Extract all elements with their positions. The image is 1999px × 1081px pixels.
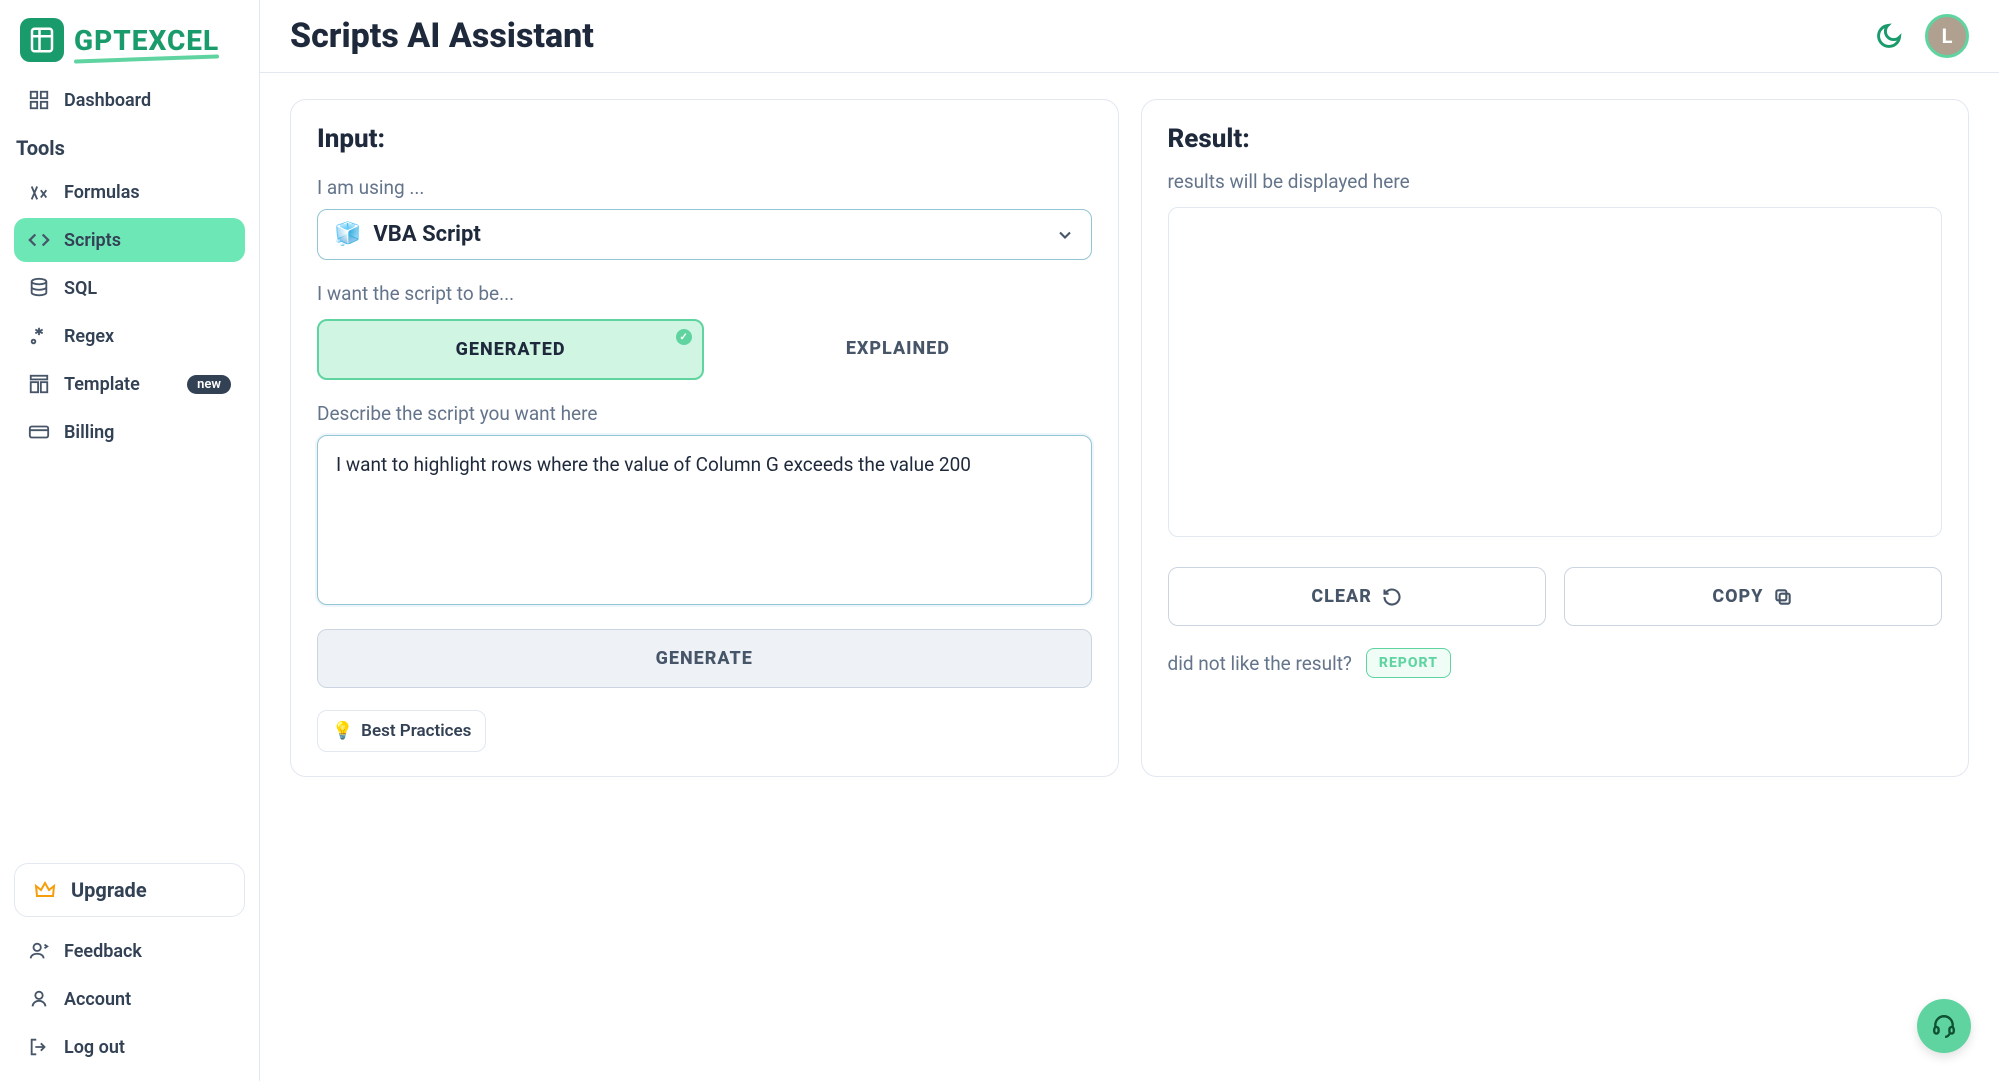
avatar-initial: L [1942,24,1953,48]
sidebar-item-label: Billing [64,422,114,443]
report-question: did not like the result? [1168,652,1352,675]
input-title: Input: [317,124,1092,154]
result-actions: CLEAR COPY [1168,567,1943,626]
sidebar-item-template[interactable]: Template new [14,362,245,406]
check-icon [676,329,692,345]
select-value: VBA Script [373,222,1042,247]
crown-icon [33,878,57,902]
description-textarea[interactable] [317,435,1092,605]
toggle-label: EXPLAINED [846,338,950,359]
regex-icon [28,325,50,347]
avatar[interactable]: L [1925,14,1969,58]
sidebar-item-sql[interactable]: SQL [14,266,245,310]
account-icon [28,988,50,1010]
sidebar-item-label: SQL [64,278,97,299]
result-placeholder: results will be displayed here [1168,170,1943,193]
moon-icon [1875,22,1903,50]
logout-icon [28,1036,50,1058]
mode-toggle: GENERATED EXPLAINED [317,319,1092,380]
sidebar-item-dashboard[interactable]: Dashboard [14,78,245,122]
input-card: Input: I am using ... 🧊 VBA Script I wan… [290,99,1119,777]
report-row: did not like the result? REPORT [1168,648,1943,678]
sidebar-item-logout[interactable]: Log out [14,1025,245,1069]
sidebar-item-label: Account [64,989,131,1010]
billing-icon [28,421,50,443]
database-icon [28,277,50,299]
generate-button[interactable]: GENERATE [317,629,1092,688]
page-title: Scripts AI Assistant [290,16,594,56]
support-fab[interactable] [1917,999,1971,1053]
main: Scripts AI Assistant L Input: I am using… [260,0,1999,1081]
want-label: I want the script to be... [317,282,1092,305]
script-type-select[interactable]: 🧊 VBA Script [317,209,1092,260]
theme-toggle-button[interactable] [1871,18,1907,54]
topbar: Scripts AI Assistant L [260,0,1999,73]
upgrade-label: Upgrade [71,878,147,902]
copy-button[interactable]: COPY [1564,567,1942,626]
sidebar-item-label: Log out [64,1037,125,1058]
result-title: Result: [1168,124,1943,154]
chevron-down-icon [1055,225,1075,245]
clear-label: CLEAR [1311,586,1371,607]
sidebar-item-account[interactable]: Account [14,977,245,1021]
upgrade-button[interactable]: Upgrade [14,863,245,917]
describe-label: Describe the script you want here [317,402,1092,425]
report-label: REPORT [1379,655,1438,671]
sidebar-item-formulas[interactable]: Formulas [14,170,245,214]
sidebar-item-label: Feedback [64,941,142,962]
feedback-icon [28,940,50,962]
using-label: I am using ... [317,176,1092,199]
reset-icon [1382,587,1402,607]
sidebar-item-feedback[interactable]: Feedback [14,929,245,973]
logo-icon [20,18,64,62]
sidebar: GPTEXCEL Dashboard Tools Formulas Script… [0,0,260,1081]
copy-label: COPY [1712,586,1763,607]
dashboard-icon [28,89,50,111]
headset-icon [1931,1013,1957,1039]
sidebar-item-label: Regex [64,326,114,347]
result-card: Result: results will be displayed here C… [1141,99,1970,777]
logo[interactable]: GPTEXCEL [10,12,249,76]
tools-section-label: Tools [10,124,249,168]
report-button[interactable]: REPORT [1366,648,1451,678]
topbar-right: L [1871,14,1969,58]
generate-label: GENERATE [656,648,753,669]
sidebar-item-label: Scripts [64,230,121,251]
code-icon [28,229,50,251]
sidebar-item-label: Template [64,374,140,395]
new-badge: new [187,375,231,394]
template-icon [28,373,50,395]
best-practices-button[interactable]: 💡 Best Practices [317,710,486,752]
sidebar-item-billing[interactable]: Billing [14,410,245,454]
toggle-label: GENERATED [456,339,566,360]
result-output [1168,207,1943,537]
sidebar-item-label: Dashboard [64,90,151,111]
toggle-explained[interactable]: EXPLAINED [704,319,1091,380]
best-practices-label: Best Practices [361,721,471,741]
lightbulb-icon: 💡 [332,721,353,741]
clear-button[interactable]: CLEAR [1168,567,1546,626]
formula-icon [28,181,50,203]
sidebar-item-regex[interactable]: Regex [14,314,245,358]
logo-text: GPTEXCEL [74,24,219,57]
copy-icon [1773,587,1793,607]
vba-icon: 🧊 [334,222,361,247]
sidebar-item-scripts[interactable]: Scripts [14,218,245,262]
content: Input: I am using ... 🧊 VBA Script I wan… [260,73,1999,803]
toggle-generated[interactable]: GENERATED [317,319,704,380]
sidebar-item-label: Formulas [64,182,140,203]
